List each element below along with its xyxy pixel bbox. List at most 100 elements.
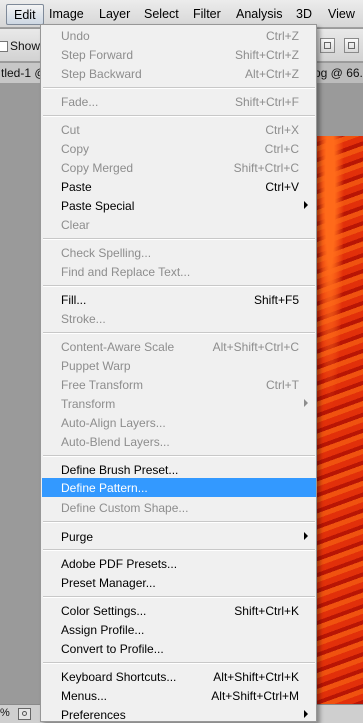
submenu-arrow-icon xyxy=(304,399,308,407)
menu-layer[interactable]: Layer xyxy=(99,7,130,21)
align-icon[interactable] xyxy=(344,38,359,53)
menu-item-label: Stroke... xyxy=(61,312,106,326)
menu-item-free-transform[interactable]: Free Transform Ctrl+T xyxy=(42,375,316,394)
menu-item-define-pattern[interactable]: Define Pattern... xyxy=(42,478,316,497)
menu-item-auto-align-layers[interactable]: Auto-Align Layers... xyxy=(42,413,316,432)
menu-separator xyxy=(43,238,315,240)
menu-item-purge[interactable]: Purge xyxy=(42,527,316,546)
menu-item-color-settings[interactable]: Color Settings... Shift+Ctrl+K xyxy=(42,601,316,620)
menu-item-label: Define Brush Preset... xyxy=(61,463,179,477)
menu-item-label: Keyboard Shortcuts... xyxy=(61,670,177,684)
menu-separator xyxy=(43,87,315,89)
menu-item-label: Transform xyxy=(61,397,116,411)
menu-item-label: Cut xyxy=(61,123,80,137)
menu-item-label: Purge xyxy=(61,530,94,544)
menu-item-menus[interactable]: Menus... Alt+Shift+Ctrl+M xyxy=(42,686,316,705)
menu-item-label: Copy Merged xyxy=(61,161,134,175)
menu-item-transform[interactable]: Transform xyxy=(42,394,316,413)
menu-image[interactable]: Image xyxy=(49,7,84,21)
menu-item-label: Paste xyxy=(61,180,92,194)
menu-item-label: Auto-Align Layers... xyxy=(61,416,166,430)
menu-separator xyxy=(43,332,315,334)
menu-item-cut[interactable]: Cut Ctrl+X xyxy=(42,120,316,139)
menu-item-shortcut: Alt+Shift+Ctrl+C xyxy=(212,340,299,354)
menu-item-label: Free Transform xyxy=(61,378,144,392)
canvas-image[interactable] xyxy=(316,136,363,704)
menu-item-shortcut: Ctrl+T xyxy=(266,378,299,392)
menu-item-fill[interactable]: Fill... Shift+F5 xyxy=(42,290,316,309)
menu-edit[interactable]: Edit xyxy=(6,4,44,25)
submenu-arrow-icon xyxy=(304,532,308,540)
menu-item-label: Copy xyxy=(61,142,90,156)
menu-item-paste-special[interactable]: Paste Special xyxy=(42,196,316,215)
menu-item-puppet-warp[interactable]: Puppet Warp xyxy=(42,356,316,375)
menu-item-label: Adobe PDF Presets... xyxy=(61,557,178,571)
menu-item-clear[interactable]: Clear xyxy=(42,215,316,234)
menu-item-copy[interactable]: Copy Ctrl+C xyxy=(42,139,316,158)
menu-item-fade[interactable]: Fade... Shift+Ctrl+F xyxy=(42,92,316,111)
menu-item-step-backward[interactable]: Step Backward Alt+Ctrl+Z xyxy=(42,64,316,83)
menu-item-content-aware-scale[interactable]: Content-Aware Scale Alt+Shift+Ctrl+C xyxy=(42,337,316,356)
menu-item-label: Puppet Warp xyxy=(61,359,131,373)
menu-item-label: Assign Profile... xyxy=(61,623,145,637)
menu-separator xyxy=(43,596,315,598)
menu-item-shortcut: Alt+Shift+Ctrl+K xyxy=(213,670,299,684)
menu-item-paste[interactable]: Paste Ctrl+V xyxy=(42,177,316,196)
menu-item-auto-blend-layers[interactable]: Auto-Blend Layers... xyxy=(42,432,316,451)
menu-item-convert-to-profile[interactable]: Convert to Profile... xyxy=(42,639,316,658)
menu-item-preferences[interactable]: Preferences xyxy=(42,705,316,723)
menu-analysis[interactable]: Analysis xyxy=(236,7,283,21)
menu-item-keyboard-shortcuts[interactable]: Keyboard Shortcuts... Alt+Shift+Ctrl+K xyxy=(42,667,316,686)
menu-item-shortcut: Shift+Ctrl+Z xyxy=(234,48,299,62)
menu-item-adobe-pdf-presets[interactable]: Adobe PDF Presets... xyxy=(42,554,316,573)
menu-separator xyxy=(43,285,315,287)
menu-item-label: Color Settings... xyxy=(61,604,147,618)
menu-item-label: Define Custom Shape... xyxy=(61,501,189,515)
menu-item-label: Check Spelling... xyxy=(61,246,152,260)
submenu-arrow-icon xyxy=(304,201,308,209)
menu-item-label: Fill... xyxy=(61,293,87,307)
menu-item-label: Clear xyxy=(61,218,90,232)
menu-item-label: Convert to Profile... xyxy=(61,642,164,656)
menu-item-label: Auto-Blend Layers... xyxy=(61,435,170,449)
menu-item-assign-profile[interactable]: Assign Profile... xyxy=(42,620,316,639)
menu-3d[interactable]: 3D xyxy=(296,7,312,21)
menu-item-label: Undo xyxy=(61,29,90,43)
menu-view[interactable]: View xyxy=(328,7,355,21)
menu-separator xyxy=(43,662,315,664)
menu-item-define-brush-preset[interactable]: Define Brush Preset... xyxy=(42,460,316,479)
menu-item-label: Menus... xyxy=(61,689,108,703)
menu-item-label: Step Forward xyxy=(61,48,134,62)
menu-item-shortcut: Shift+Ctrl+K xyxy=(234,604,299,618)
menu-item-preset-manager[interactable]: Preset Manager... xyxy=(42,573,316,592)
menu-separator xyxy=(43,549,315,551)
menu-item-label: Step Backward xyxy=(61,67,142,81)
menu-item-step-forward[interactable]: Step Forward Shift+Ctrl+Z xyxy=(42,45,316,64)
menu-item-find-replace[interactable]: Find and Replace Text... xyxy=(42,262,316,281)
menu-separator xyxy=(43,455,315,457)
align-icon[interactable] xyxy=(320,38,335,53)
menu-item-undo[interactable]: Undo Ctrl+Z xyxy=(42,26,316,45)
menu-separator xyxy=(43,115,315,117)
menu-item-label: Find and Replace Text... xyxy=(61,265,191,279)
menu-item-label: Fade... xyxy=(61,95,99,109)
menu-filter[interactable]: Filter xyxy=(193,7,221,21)
menu-item-label: Paste Special xyxy=(61,199,135,213)
menu-item-shortcut: Shift+F5 xyxy=(253,293,299,307)
checkbox-icon[interactable] xyxy=(0,41,8,52)
menu-item-check-spelling[interactable]: Check Spelling... xyxy=(42,243,316,262)
tab-document-2[interactable]: pg @ 66. xyxy=(312,63,363,83)
menu-select[interactable]: Select xyxy=(144,7,179,21)
menu-separator xyxy=(43,521,315,523)
menu-item-copy-merged[interactable]: Copy Merged Shift+Ctrl+C xyxy=(42,158,316,177)
zoom-level[interactable]: % xyxy=(0,707,10,719)
menu-item-shortcut: Ctrl+V xyxy=(265,180,299,194)
menu-item-shortcut: Alt+Shift+Ctrl+M xyxy=(211,689,299,703)
menu-item-define-custom-shape[interactable]: Define Custom Shape... xyxy=(42,498,316,517)
menu-item-label: Content-Aware Scale xyxy=(61,340,175,354)
menu-item-label: Preset Manager... xyxy=(61,576,156,590)
menu-item-stroke[interactable]: Stroke... xyxy=(42,309,316,328)
status-info-icon[interactable] xyxy=(18,708,31,720)
menu-item-label: Define Pattern... xyxy=(61,481,148,495)
menu-item-shortcut: Shift+Ctrl+F xyxy=(234,95,299,109)
